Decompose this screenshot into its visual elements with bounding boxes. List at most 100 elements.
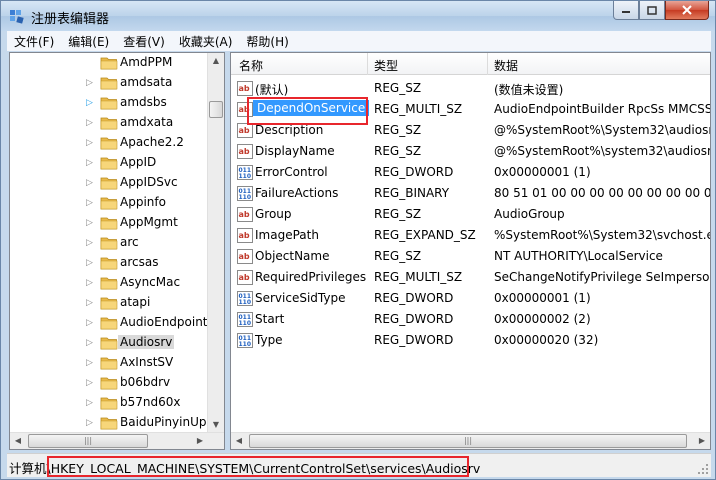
tree-item[interactable]: ▷ Appinfo xyxy=(10,193,210,213)
value-row[interactable]: ab RequiredPrivileges REG_MULTI_SZ SeChange… xyxy=(231,267,710,288)
tree-item[interactable]: ▷ Audiosrv xyxy=(10,333,210,353)
value-row[interactable]: ab (默认) REG_SZ (数值未设置) xyxy=(231,78,710,99)
expand-arrow-icon[interactable]: ▷ xyxy=(86,158,96,168)
scroll-up-icon[interactable]: ▲ xyxy=(208,53,224,69)
tree-item[interactable]: ▷ amdxata xyxy=(10,113,210,133)
svg-text:ab: ab xyxy=(239,147,250,156)
tree-item[interactable]: ▷ arcsas xyxy=(10,253,210,273)
expand-arrow-icon[interactable]: ▷ xyxy=(86,278,96,288)
maximize-button[interactable] xyxy=(639,1,665,20)
registry-tree-pane[interactable]: AmdPPM ▷ amdsata ▷ amdsbs ▷ amdxata ▷ Apache2.2 ▷… xyxy=(9,52,225,450)
tree-item-label: arcsas xyxy=(120,255,159,269)
expand-arrow-icon[interactable]: ▷ xyxy=(86,138,96,148)
value-type: REG_SZ xyxy=(374,123,422,137)
tree-item[interactable]: ▷ AxInstSV xyxy=(10,353,210,373)
tree-item[interactable]: ▷ b06bdrv xyxy=(10,373,210,393)
expand-arrow-icon[interactable]: ▷ xyxy=(86,238,96,248)
value-name: ErrorControl xyxy=(255,165,328,179)
value-type: REG_MULTI_SZ xyxy=(374,270,463,284)
tree-item[interactable]: ▷ amdsbs xyxy=(10,93,210,113)
expand-arrow-icon[interactable]: ▷ xyxy=(86,398,96,408)
expand-arrow-icon[interactable] xyxy=(86,58,96,68)
value-row[interactable]: 011 110 ErrorControl REG_DWORD 0x00000001 (1… xyxy=(231,162,710,183)
column-header-data[interactable]: 数据 xyxy=(494,57,518,74)
tree-vertical-scrollbar[interactable]: ▲ ▼ xyxy=(207,53,224,433)
value-row[interactable]: 011 110 FailureActions REG_BINARY 80 51 01 0… xyxy=(231,183,710,204)
expand-arrow-icon[interactable]: ▷ xyxy=(86,338,96,348)
value-row[interactable]: ab ImagePath REG_EXPAND_SZ %SystemRoot%\Sys… xyxy=(231,225,710,246)
expand-arrow-icon[interactable]: ▷ xyxy=(86,318,96,328)
column-header-name[interactable]: 名称 xyxy=(239,57,263,74)
list-header: 名称 类型 数据 xyxy=(231,53,710,75)
expand-arrow-icon[interactable]: ▷ xyxy=(86,198,96,208)
expand-arrow-icon[interactable]: ▷ xyxy=(86,418,96,428)
scroll-thumb[interactable]: ||| xyxy=(28,434,148,448)
expand-arrow-icon[interactable]: ▷ xyxy=(86,298,96,308)
menu-item-4[interactable]: 帮助(H) xyxy=(239,33,295,50)
string-value-icon: ab xyxy=(237,207,253,222)
column-header-type[interactable]: 类型 xyxy=(374,57,398,74)
scroll-thumb[interactable]: ||| xyxy=(249,434,687,448)
tree-item[interactable]: ▷ AppMgmt xyxy=(10,213,210,233)
folder-icon xyxy=(100,316,118,330)
tree-item[interactable]: ▷ arc xyxy=(10,233,210,253)
tree-item[interactable]: ▷ amdsata xyxy=(10,73,210,93)
tree-item[interactable]: ▷ AsyncMac xyxy=(10,273,210,293)
tree-horizontal-scrollbar[interactable]: ◀ ||| ▶ xyxy=(10,432,224,449)
value-row[interactable]: ab DisplayName REG_SZ @%SystemRoot%\system3… xyxy=(231,141,711,162)
value-row[interactable]: ab Group REG_SZ AudioGroup xyxy=(231,204,710,225)
value-type: REG_SZ xyxy=(374,207,422,221)
menu-item-0[interactable]: 文件(F) xyxy=(7,33,61,50)
expand-arrow-icon[interactable]: ▷ xyxy=(86,118,96,128)
menu-item-1[interactable]: 编辑(E) xyxy=(61,33,116,50)
menu-item-3[interactable]: 收藏夹(A) xyxy=(172,33,240,50)
scroll-down-icon[interactable]: ▼ xyxy=(208,417,224,433)
folder-icon xyxy=(100,296,118,310)
resize-grip-icon[interactable] xyxy=(697,463,709,475)
menu-item-2[interactable]: 查看(V) xyxy=(116,33,172,50)
tree-item-label: amdsata xyxy=(120,75,173,89)
list-horizontal-scrollbar[interactable]: ◀ ||| ▶ xyxy=(231,432,710,449)
folder-icon xyxy=(100,256,118,270)
close-button[interactable] xyxy=(665,1,709,20)
tree-item[interactable]: ▷ AppIDSvc xyxy=(10,173,210,193)
value-type: REG_DWORD xyxy=(374,291,454,305)
scroll-left-icon[interactable]: ◀ xyxy=(231,433,247,449)
scroll-right-icon[interactable]: ▶ xyxy=(192,433,208,449)
tree-item[interactable]: ▷ AppID xyxy=(10,153,210,173)
value-row[interactable]: 011 110 Start REG_DWORD 0x00000002 (2) xyxy=(231,309,710,330)
value-name: Type xyxy=(255,333,283,347)
expand-arrow-icon[interactable]: ▷ xyxy=(86,358,96,368)
folder-icon xyxy=(100,396,118,410)
tree-item[interactable]: ▷ b57nd60x xyxy=(10,393,210,413)
value-type: REG_DWORD xyxy=(374,333,454,347)
expand-arrow-icon[interactable]: ▷ xyxy=(86,98,96,108)
folder-icon xyxy=(100,416,118,430)
expand-arrow-icon[interactable]: ▷ xyxy=(86,78,96,88)
expand-arrow-icon[interactable]: ▷ xyxy=(86,178,96,188)
folder-icon xyxy=(100,276,118,290)
scroll-thumb[interactable] xyxy=(209,101,223,118)
svg-text:110: 110 xyxy=(239,194,252,201)
scroll-right-icon[interactable]: ▶ xyxy=(694,433,710,449)
value-data: @%SystemRoot%\system32\audiosrv xyxy=(494,144,711,158)
tree-item[interactable]: ▷ Apache2.2 xyxy=(10,133,210,153)
svg-text:ab: ab xyxy=(239,210,250,219)
value-data: AudioGroup xyxy=(494,207,565,221)
expand-arrow-icon[interactable]: ▷ xyxy=(86,258,96,268)
tree-item-label: AsyncMac xyxy=(120,275,181,289)
minimize-button[interactable] xyxy=(613,1,639,20)
title-bar[interactable]: 注册表编辑器 xyxy=(1,1,715,31)
tree-item[interactable]: ▷ BaiduPinyinUpdate xyxy=(10,413,224,433)
tree-item-label: Appinfo xyxy=(120,195,166,209)
svg-text:ab: ab xyxy=(239,231,250,240)
tree-item[interactable]: AmdPPM xyxy=(10,53,210,73)
value-row[interactable]: ab ObjectName REG_SZ NT AUTHORITY\LocalServ… xyxy=(231,246,710,267)
expand-arrow-icon[interactable]: ▷ xyxy=(86,378,96,388)
expand-arrow-icon[interactable]: ▷ xyxy=(86,218,96,228)
scroll-left-icon[interactable]: ◀ xyxy=(10,433,26,449)
tree-item[interactable]: ▷AudioEndpointBuilder xyxy=(10,313,224,333)
tree-item[interactable]: ▷ atapi xyxy=(10,293,210,313)
value-row[interactable]: 011 110 Type REG_DWORD 0x00000020 (32) xyxy=(231,330,710,351)
value-row[interactable]: 011 110 ServiceSidType REG_DWORD 0x00000001 … xyxy=(231,288,710,309)
